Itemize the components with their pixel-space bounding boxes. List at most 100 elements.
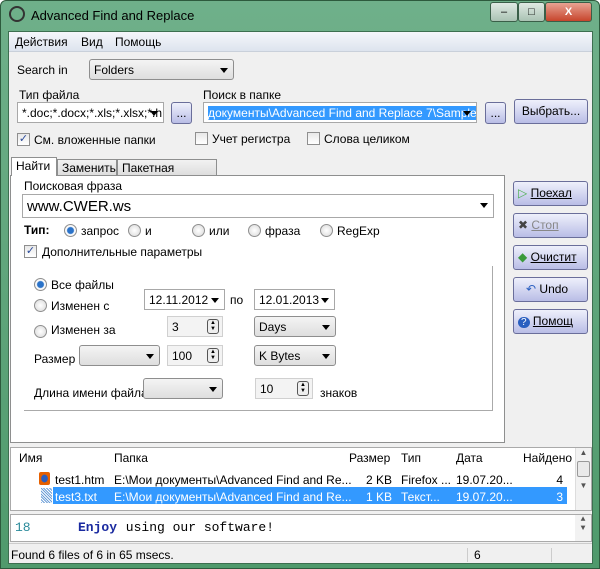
help-button[interactable]: ? Помощ [513, 309, 588, 334]
modified-in-label: Изменен за [51, 323, 116, 337]
type-regexp-label: RegExp [337, 224, 380, 238]
column-header-date[interactable]: Дата [456, 451, 483, 465]
modified-in-radio[interactable] [34, 325, 47, 338]
spinner-arrows-icon[interactable]: ▲ ▼ [207, 319, 219, 334]
date-to-value: 12.01.2013 [259, 293, 320, 307]
cell-type: Текст... [401, 490, 440, 504]
column-header-folder[interactable]: Папка [114, 451, 148, 465]
type-radio-and[interactable] [128, 224, 141, 237]
search-in-value: Folders [94, 63, 135, 77]
column-header-size[interactable]: Размер [349, 451, 390, 465]
chevron-down-icon [211, 298, 219, 303]
undo-button[interactable]: ↶ Undo [513, 277, 588, 302]
results-scrollbar[interactable]: ▲ ▼ [575, 448, 591, 510]
clear-button[interactable]: ◆ Очистит [513, 245, 588, 270]
menu-bar: Действия Вид Помощь [9, 32, 592, 52]
cell-type: Firefox ... [401, 473, 452, 487]
phrase-input[interactable]: www.CWER.ws [22, 194, 494, 218]
table-row[interactable]: test1.htm E:\Мои документы\Advanced Find… [11, 470, 567, 487]
case-checkbox[interactable] [195, 132, 208, 145]
chevron-down-icon [480, 203, 488, 208]
menu-help[interactable]: Помощь [115, 35, 161, 49]
text-file-icon [41, 488, 52, 503]
modified-in-unit-select[interactable]: Days [254, 316, 336, 337]
cell-size: 2 KB [365, 473, 392, 487]
file-type-input[interactable]: *.doc;*.docx;*.xls;*.xlsx;*.h [17, 102, 164, 123]
advanced-label: Дополнительные параметры [42, 245, 203, 259]
name-length-unit: знаков [320, 386, 358, 400]
stop-button[interactable]: ✖ Стоп [513, 213, 588, 238]
file-type-label: Тип файла [19, 88, 80, 102]
modified-in-value: 3 [172, 320, 179, 334]
date-from-picker[interactable]: 12.11.2012 [144, 289, 225, 310]
app-window: Advanced Find and Replace – □ X Действия… [0, 0, 600, 569]
all-files-radio[interactable] [34, 278, 47, 291]
folder-browse-button[interactable]: ... [485, 102, 506, 124]
advanced-checkbox[interactable]: ✓ [24, 245, 37, 258]
minimize-button[interactable]: – [490, 2, 518, 22]
close-button[interactable]: X [545, 2, 592, 22]
type-radio-query[interactable] [64, 224, 77, 237]
whole-words-label: Слова целиком [324, 132, 410, 146]
line-number: 18 [15, 520, 31, 535]
column-header-found[interactable]: Найдено [523, 451, 572, 465]
search-in-label: Search in [17, 63, 68, 77]
file-type-browse-button[interactable]: ... [171, 102, 192, 124]
cell-name: test1.htm [55, 473, 105, 487]
type-and-label: и [145, 224, 152, 238]
status-bar: Found 6 files of 6 in 65 msecs. 6 [9, 543, 592, 564]
stop-label: Стоп [531, 218, 559, 232]
file-type-value: *.doc;*.docx;*.xls;*.xlsx;*.h [22, 106, 163, 120]
type-radio-or[interactable] [192, 224, 205, 237]
modified-from-label: Изменен с [51, 299, 110, 313]
chevron-down-icon [322, 354, 330, 359]
tab-batch-replace[interactable]: Пакетная замена [117, 159, 217, 189]
date-to-picker[interactable]: 12.01.2013 [254, 289, 335, 310]
modified-in-spinner[interactable]: 3 ▲ ▼ [167, 316, 223, 337]
modified-from-radio[interactable] [34, 299, 47, 312]
name-length-value: 10 [260, 382, 274, 396]
tab-find[interactable]: Найти [11, 157, 57, 176]
type-radio-regexp[interactable] [320, 224, 333, 237]
column-header-type[interactable]: Тип [401, 451, 421, 465]
type-or-label: или [209, 224, 230, 238]
chevron-down-icon [322, 325, 330, 330]
go-button[interactable]: ▷ Поехал [513, 181, 588, 206]
search-in-select[interactable]: Folders [89, 59, 234, 80]
subfolders-checkbox[interactable]: ✓ [17, 133, 30, 146]
cell-found: 4 [556, 473, 563, 487]
maximize-button[interactable]: □ [518, 2, 545, 22]
type-phrase-label: фраза [265, 224, 301, 238]
size-operator-select[interactable] [79, 345, 160, 366]
subfolders-label: См. вложенные папки [34, 133, 156, 147]
size-label: Размер [34, 352, 76, 366]
table-row[interactable]: test3.txt E:\Мои документы\Advanced Find… [53, 487, 567, 504]
size-spinner[interactable]: 100 ▲ ▼ [167, 345, 223, 366]
size-unit-value: K Bytes [259, 349, 301, 363]
whole-words-checkbox[interactable] [307, 132, 320, 145]
column-header-name[interactable]: Имя [19, 451, 42, 465]
type-label: Тип: [24, 223, 50, 237]
chevron-down-icon [146, 354, 154, 359]
name-length-operator-select[interactable] [143, 378, 223, 399]
folder-label: Поиск в папке [203, 88, 282, 102]
phrase-label: Поисковая фраза [24, 179, 123, 193]
folder-input[interactable]: документы\Advanced Find and Replace 7\Sa… [203, 102, 477, 123]
size-unit-select[interactable]: K Bytes [254, 345, 336, 366]
tab-replace[interactable]: Заменить [57, 159, 117, 176]
cell-folder: E:\Мои документы\Advanced Find and Re... [114, 473, 352, 487]
spinner-arrows-icon[interactable]: ▲ ▼ [207, 348, 219, 363]
preview-pane: 18 Enjoy using our software! ▲ ▼ [10, 514, 592, 542]
menu-view[interactable]: Вид [81, 35, 103, 49]
spinner-arrows-icon[interactable]: ▲ ▼ [297, 381, 309, 396]
cell-size: 1 KB [365, 490, 392, 504]
chevron-down-icon [220, 68, 228, 73]
preview-scrollbar[interactable]: ▲ ▼ [575, 515, 591, 541]
all-files-label: Все файлы [51, 278, 114, 292]
menu-actions[interactable]: Действия [15, 35, 68, 49]
type-radio-phrase[interactable] [248, 224, 261, 237]
cell-name: test3.txt [55, 490, 98, 504]
name-length-spinner[interactable]: 10 ▲ ▼ [255, 378, 313, 399]
choose-folder-button[interactable]: Выбрать... [514, 99, 588, 124]
chevron-down-icon [321, 298, 329, 303]
